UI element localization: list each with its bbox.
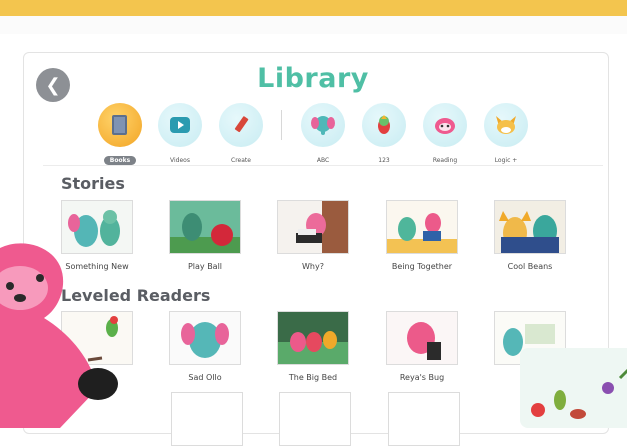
tab-label: Books <box>103 156 137 165</box>
book-card[interactable]: Reya's Bug <box>377 311 467 382</box>
back-button[interactable]: ❮ <box>36 68 70 102</box>
book-card[interactable]: Why? <box>268 200 358 271</box>
book-title: Sad Ollo <box>188 373 222 382</box>
tab-label: ABC <box>316 157 330 164</box>
crayon-icon <box>219 103 263 147</box>
book-cover <box>386 311 458 365</box>
book-cover <box>277 200 349 254</box>
book-card[interactable]: Cool Beans <box>485 200 575 271</box>
tab-logic[interactable]: Logic + <box>476 103 536 166</box>
book-card[interactable]: The Big Bed <box>268 311 358 382</box>
book-title: Reya's Bug <box>399 373 445 382</box>
book-title: Play Ball <box>187 262 223 271</box>
tab-label: Reading <box>432 157 458 164</box>
section-title-stories: Stories <box>61 174 125 193</box>
book-title: The Big Bed <box>288 373 338 382</box>
tab-label: Videos <box>170 157 190 164</box>
tab-label: Create <box>231 157 251 164</box>
fox-icon <box>484 103 528 147</box>
book-cover <box>386 200 458 254</box>
tab-divider <box>281 110 282 140</box>
tab-reading[interactable]: Reading <box>415 103 475 166</box>
book-icon <box>98 103 142 147</box>
red-panda-icon <box>423 103 467 147</box>
book-card[interactable]: Play Ball <box>160 200 250 271</box>
tab-label: 123 <box>378 157 390 164</box>
bird-icon <box>362 103 406 147</box>
video-play-icon <box>158 103 202 147</box>
book-cover <box>494 200 566 254</box>
book-cover[interactable] <box>279 392 351 446</box>
book-card[interactable]: Being Together <box>377 200 467 271</box>
red-panda-mascot <box>0 238 130 428</box>
yellow-banner-strip <box>0 0 627 16</box>
book-title: Cool Beans <box>507 262 553 271</box>
elephant-icon <box>301 103 345 147</box>
book-card[interactable]: Sad Ollo <box>160 311 250 382</box>
book-title: Why? <box>302 262 324 271</box>
book-cover <box>169 200 241 254</box>
page-title: Library <box>257 63 369 94</box>
tab-123[interactable]: 123 <box>354 103 414 166</box>
garden-illustration <box>520 348 627 428</box>
book-title: Being Together <box>391 262 453 271</box>
tab-abc[interactable]: ABC <box>293 103 353 166</box>
tab-videos[interactable]: Videos <box>150 103 210 166</box>
tab-create[interactable]: Create <box>211 103 271 166</box>
top-banner <box>0 0 627 34</box>
book-cover[interactable] <box>171 392 243 446</box>
back-arrow-icon: ❮ <box>45 74 61 96</box>
tab-books[interactable]: Books <box>90 103 150 166</box>
book-cover <box>277 311 349 365</box>
tab-label: Logic + <box>494 157 518 164</box>
book-cover[interactable] <box>388 392 460 446</box>
section-divider <box>43 165 603 166</box>
book-cover <box>169 311 241 365</box>
